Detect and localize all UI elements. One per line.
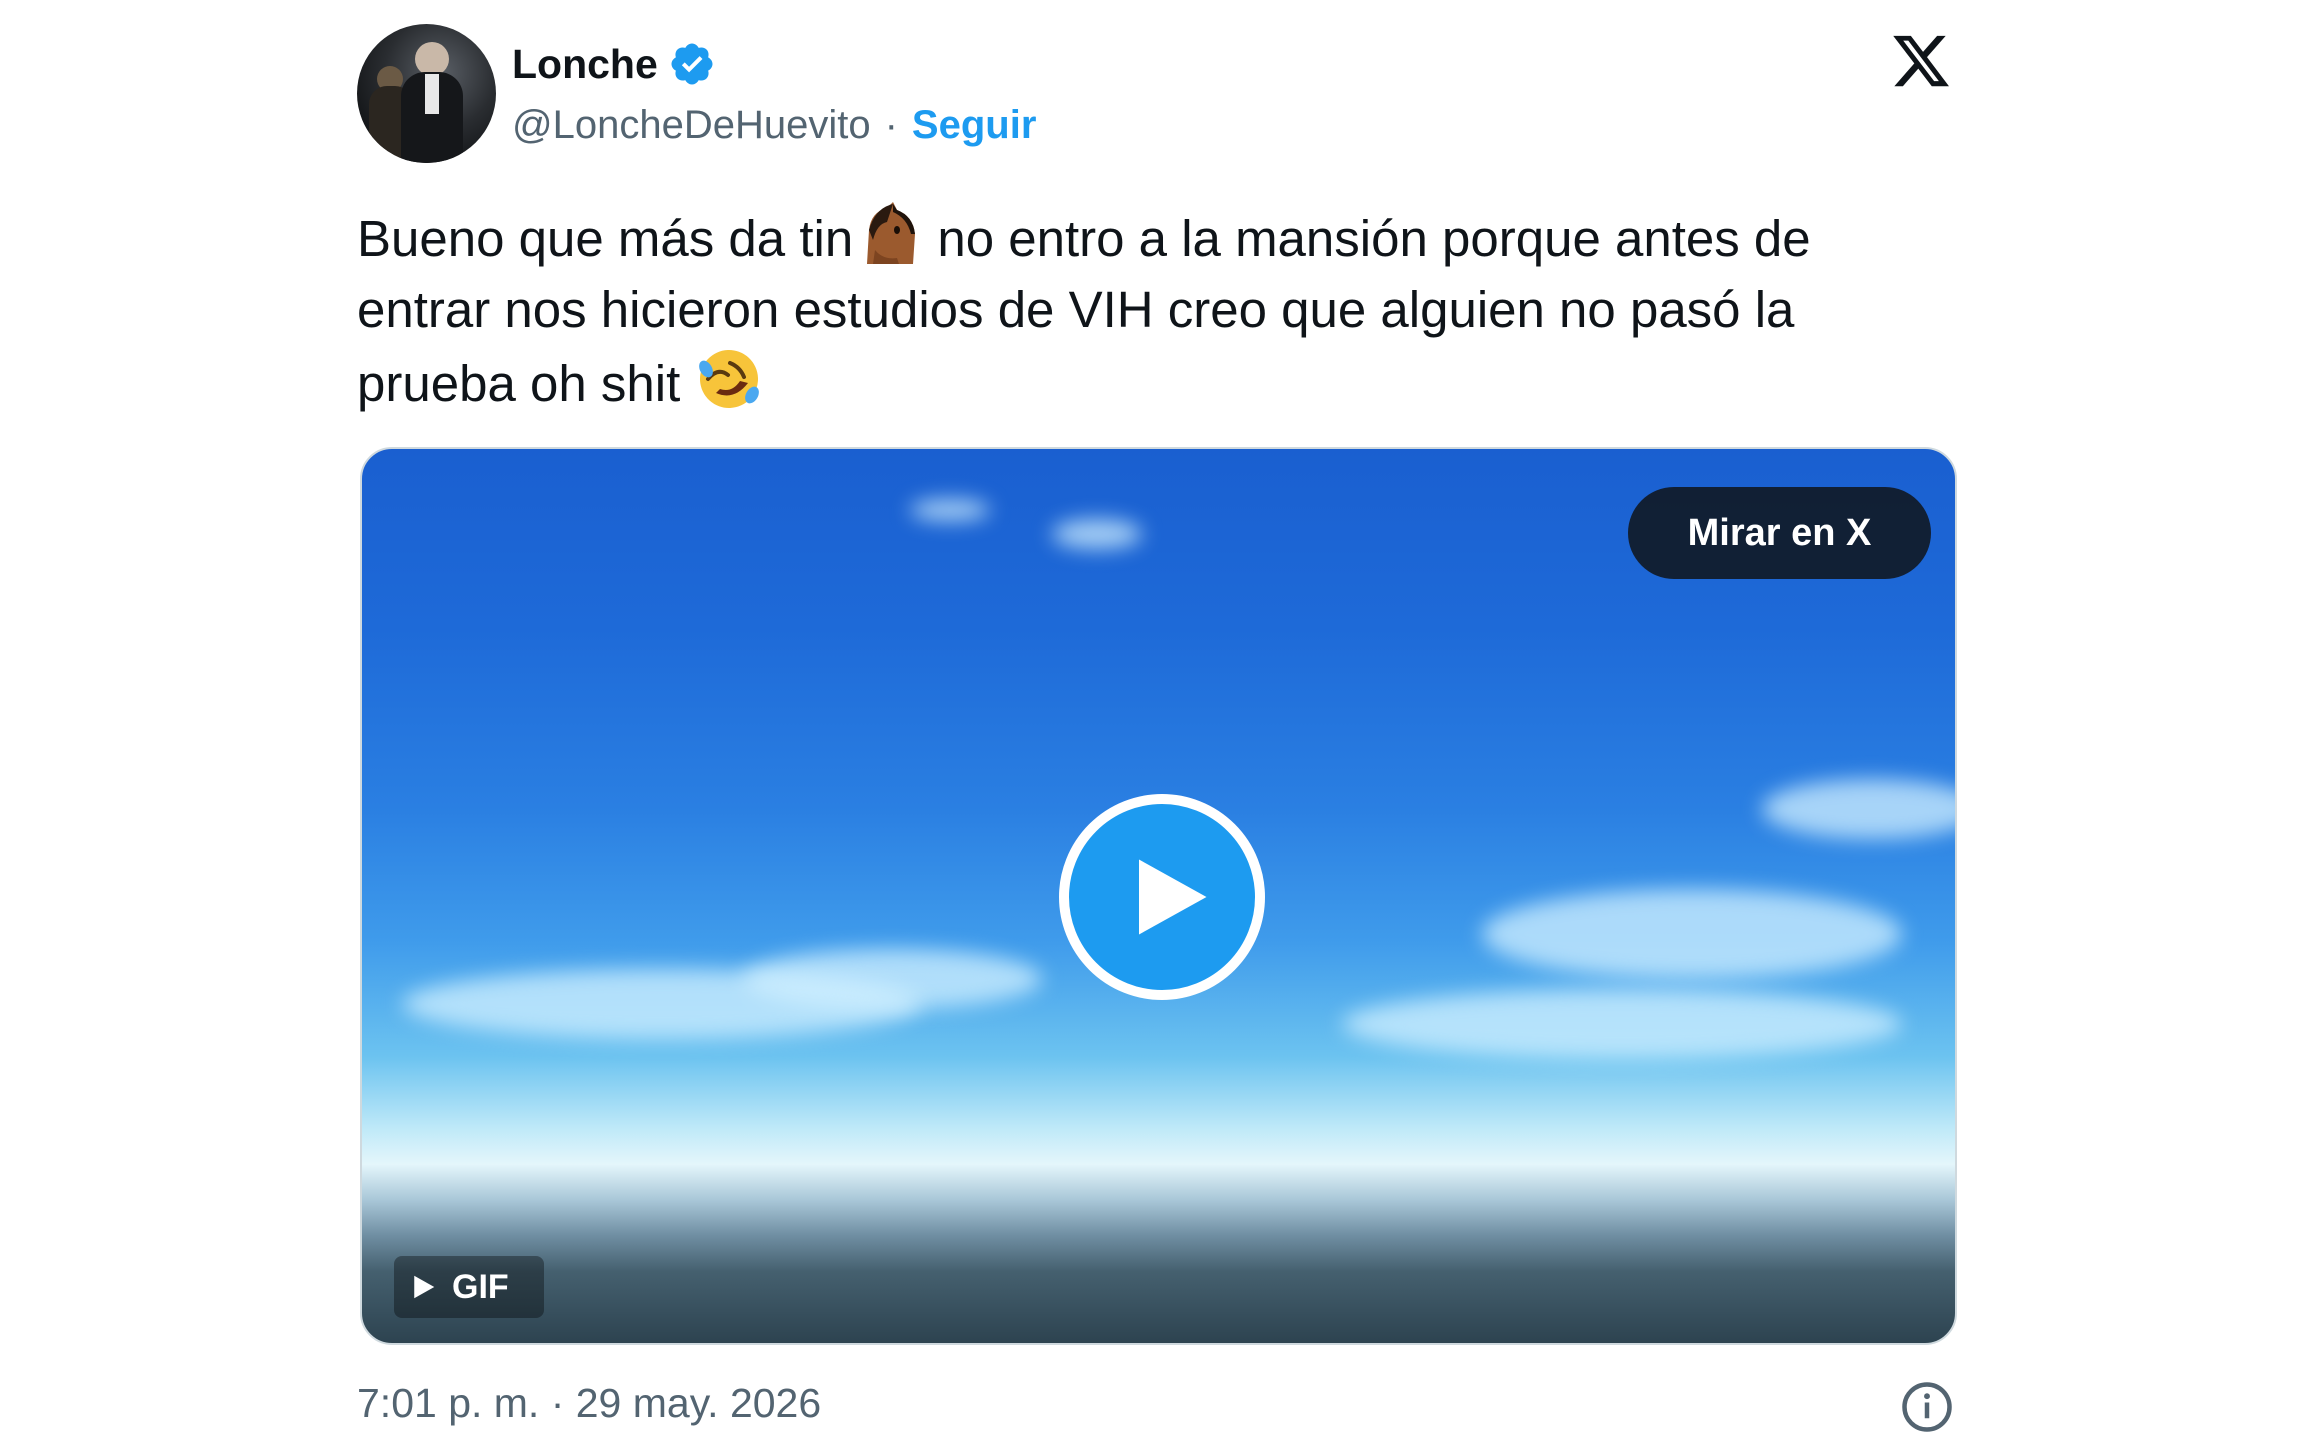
cloud-shape: [1482, 889, 1902, 979]
author-handle[interactable]: @LoncheDeHuevito: [512, 105, 871, 145]
gif-media[interactable]: Mirar en X GIF: [360, 447, 1957, 1345]
gif-badge[interactable]: GIF: [394, 1256, 544, 1318]
gif-label: GIF: [452, 1267, 509, 1306]
handle-row: @LoncheDeHuevito · Seguir: [512, 100, 1036, 150]
separator-dot: ·: [884, 103, 898, 147]
cloud-shape: [1762, 779, 1955, 839]
rolling-laughing-emoji-icon: [694, 345, 764, 411]
cloud-shape: [1052, 519, 1142, 549]
watch-on-x-button[interactable]: Mirar en X: [1628, 487, 1931, 579]
play-small-icon: [414, 1275, 435, 1299]
author-name-row[interactable]: Lonche: [512, 36, 716, 92]
author-name[interactable]: Lonche: [512, 43, 658, 85]
follow-link[interactable]: Seguir: [912, 105, 1036, 145]
avatar[interactable]: [357, 24, 496, 163]
verified-badge-icon: [671, 43, 713, 85]
horse-face-emoji-icon: [853, 200, 923, 266]
info-icon[interactable]: [1900, 1380, 1954, 1434]
tweet-timestamp[interactable]: 7:01 p. m. · 29 may. 2026: [357, 1378, 821, 1428]
x-logo-icon[interactable]: [1888, 30, 1954, 92]
cloud-shape: [910, 499, 990, 521]
cloud-shape: [402, 969, 922, 1039]
tweet-text: Bueno que más da tin no entro a la mansi…: [357, 200, 1957, 419]
tweet-text-part1: Bueno que más da tin: [357, 210, 854, 267]
play-button[interactable]: [1059, 794, 1265, 1000]
tweet-embed: Lonche @LoncheDeHuevito · Seguir Bueno q…: [0, 0, 2304, 1440]
cloud-shape: [1342, 989, 1902, 1059]
play-icon: [1139, 859, 1207, 935]
